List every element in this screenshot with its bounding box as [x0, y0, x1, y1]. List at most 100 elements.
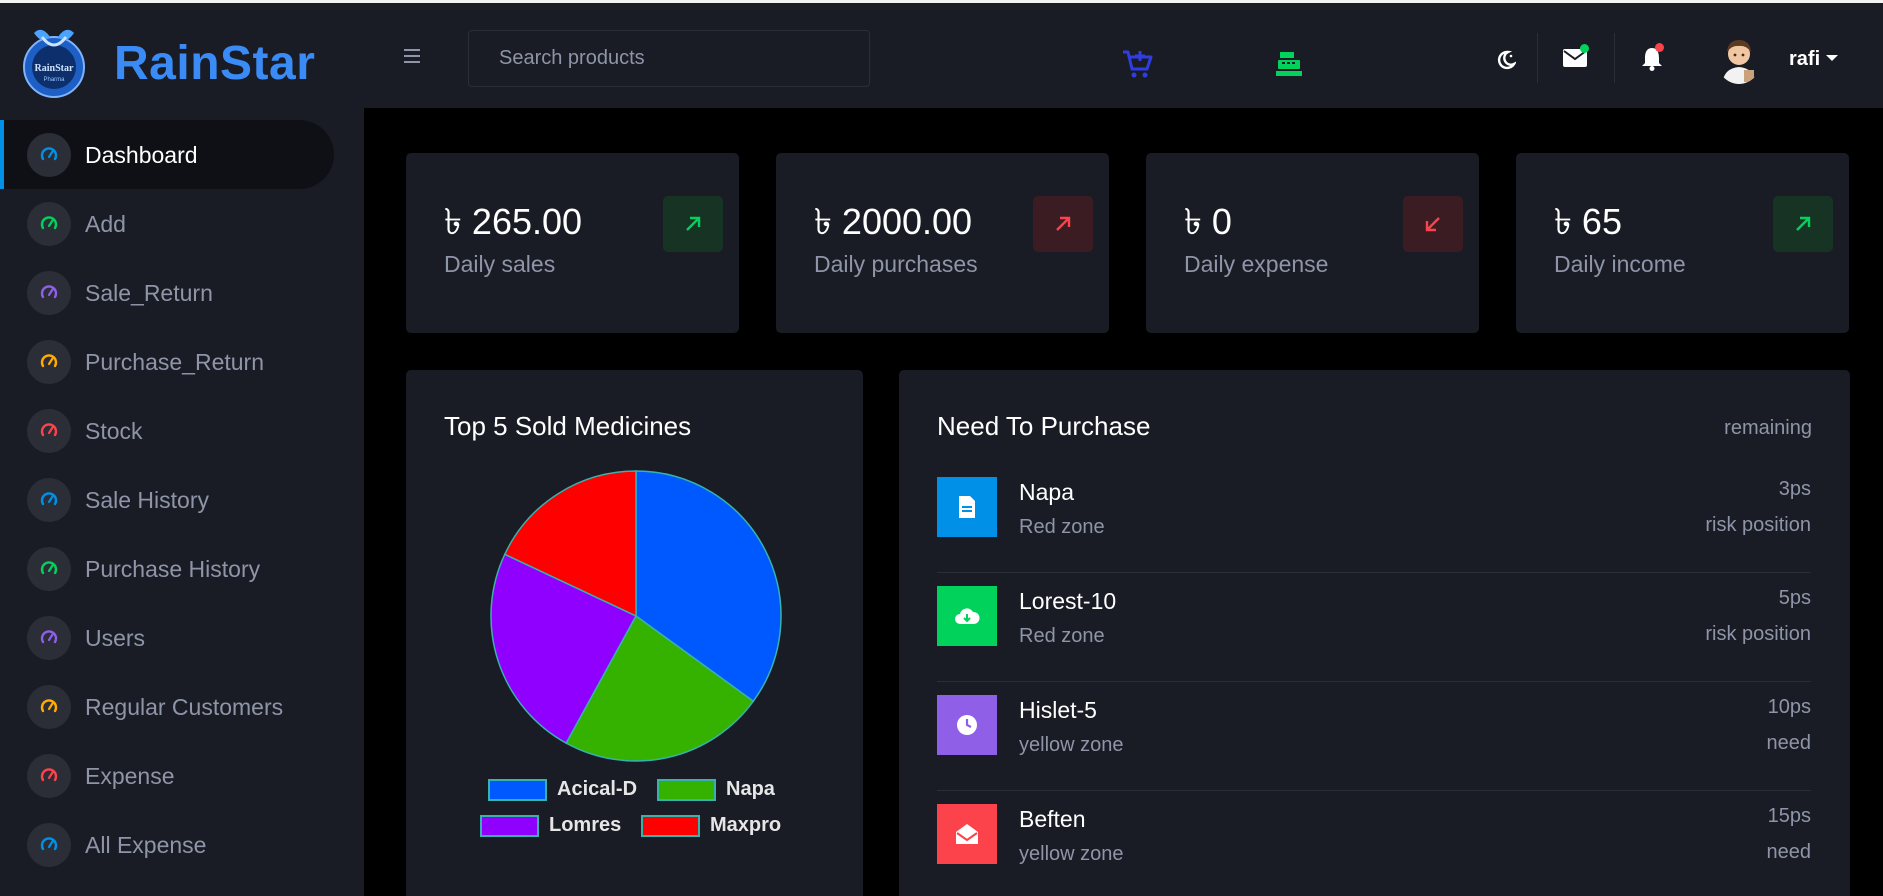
stat-card: ৳ 265.00 Daily sales	[406, 153, 739, 333]
speedometer-icon	[27, 547, 71, 591]
need-to-purchase-card: Need To Purchase remaining Napa Red zone 3…	[899, 370, 1850, 896]
legend-swatch	[657, 778, 716, 801]
mail-notification-dot	[1580, 44, 1589, 53]
clock-icon	[937, 695, 997, 755]
legend-label: Napa	[726, 778, 775, 800]
legend-item[interactable]: Lomres	[480, 814, 621, 837]
item-name: Lorest-10	[1019, 588, 1117, 614]
logo-subtext: Pharma	[43, 77, 65, 83]
item-quantity: 5ps	[1778, 587, 1811, 609]
item-name: Beften	[1019, 806, 1086, 832]
item-status: risk position	[1705, 623, 1811, 645]
speedometer-icon	[27, 823, 71, 867]
legend-label: Maxpro	[710, 814, 782, 836]
mail-open-icon	[937, 804, 997, 864]
sidebar-item-stock[interactable]: Stock	[0, 396, 334, 465]
item-quantity: 10ps	[1767, 696, 1811, 718]
arrow-up-right-icon	[663, 196, 723, 252]
sidebar-item-add[interactable]: Add	[0, 189, 334, 258]
speedometer-icon	[27, 340, 71, 384]
brand-logo[interactable]: RainStar Pharma	[12, 23, 96, 99]
header-divider	[1614, 33, 1615, 83]
stat-value: ৳ 65	[1554, 201, 1622, 242]
chevron-down-icon[interactable]	[1826, 55, 1838, 61]
sidebar-item-all-expense[interactable]: All Expense	[0, 810, 334, 879]
stat-label: Daily expense	[1184, 251, 1329, 277]
sidebar-item-label: Purchase History	[85, 556, 261, 582]
item-zone: yellow zone	[1019, 734, 1124, 756]
logo-text: RainStar	[35, 63, 74, 74]
cart-plus-icon[interactable]	[1122, 49, 1154, 84]
avatar[interactable]	[1716, 32, 1762, 84]
theme-toggle-icon[interactable]	[1496, 50, 1518, 75]
stat-label: Daily sales	[444, 251, 556, 277]
stat-card: ৳ 65 Daily income	[1516, 153, 1849, 333]
menu-toggle-button[interactable]	[404, 49, 426, 67]
stat-value: ৳ 2000.00	[814, 201, 973, 242]
legend-item[interactable]: Maxpro	[641, 814, 781, 837]
header-divider	[1537, 33, 1538, 83]
legend-label: Acical-D	[557, 778, 638, 800]
item-quantity: 15ps	[1767, 805, 1811, 827]
legend-label: Lomres	[549, 814, 622, 836]
arrow-up-right-icon	[1773, 196, 1833, 252]
sidebar-item-dashboard[interactable]: Dashboard	[0, 120, 334, 189]
legend-item[interactable]: Napa	[657, 778, 775, 801]
brand-name[interactable]: RainStar	[114, 36, 315, 91]
list-item[interactable]: Beften yellow zone 15ps need	[937, 792, 1811, 896]
stat-card: ৳ 0 Daily expense	[1146, 153, 1479, 333]
stat-value: ৳ 0	[1184, 201, 1232, 242]
item-zone: Red zone	[1019, 516, 1105, 538]
legend-swatch	[488, 778, 547, 801]
search-input[interactable]	[468, 30, 870, 87]
legend-swatch	[480, 814, 539, 837]
stat-value: ৳ 265.00	[444, 201, 583, 242]
speedometer-icon	[27, 478, 71, 522]
bell-notification-dot	[1655, 43, 1664, 52]
sidebar-item-label: All Expense	[85, 832, 207, 858]
sidebar-item-label: Add	[85, 211, 126, 237]
cloud-download-icon	[937, 586, 997, 646]
sidebar-item-expense[interactable]: Expense	[0, 741, 334, 810]
card-title: Top 5 Sold Medicines	[444, 411, 692, 441]
sidebar-item-users[interactable]: Users	[0, 603, 334, 672]
speedometer-icon	[27, 271, 71, 315]
sidebar-item-sale-return[interactable]: Sale_Return	[0, 258, 334, 327]
sidebar-item-regular-customers[interactable]: Regular Customers	[0, 672, 334, 741]
menu-icon	[404, 49, 420, 51]
user-name[interactable]: rafi	[1789, 48, 1820, 71]
speedometer-icon	[27, 754, 71, 798]
arrow-down-left-icon	[1403, 196, 1463, 252]
item-status: need	[1766, 732, 1812, 754]
sidebar-item-label: Sale_Return	[85, 280, 213, 306]
item-name: Hislet-5	[1019, 697, 1097, 723]
list-item[interactable]: Lorest-10 Red zone 5ps risk position	[937, 574, 1811, 682]
sidebar-item-label: Users	[85, 625, 146, 651]
cash-register-icon[interactable]	[1275, 51, 1303, 82]
document-icon	[937, 477, 997, 537]
sidebar-item-purchase-return[interactable]: Purchase_Return	[0, 327, 334, 396]
sidebar-item-label: Stock	[85, 418, 143, 444]
speedometer-icon	[27, 409, 71, 453]
app-frame: RainStar Pharma RainStar Search products…	[0, 0, 1883, 896]
stat-label: Daily income	[1554, 251, 1686, 277]
speedometer-icon	[27, 202, 71, 246]
sidebar-item-purchase-history[interactable]: Purchase History	[0, 534, 334, 603]
sidebar-item-label: Purchase_Return	[85, 349, 264, 375]
item-name: Napa	[1019, 479, 1074, 505]
list-item[interactable]: Napa Red zone 3ps risk position	[937, 465, 1811, 573]
top-sold-card: Top 5 Sold Medicines Acical-D Napa Lomres M…	[406, 370, 863, 896]
speedometer-icon	[27, 133, 71, 177]
stat-label: Daily purchases	[814, 251, 978, 277]
legend-swatch	[641, 814, 700, 837]
speedometer-icon	[27, 685, 71, 729]
legend-item[interactable]: Acical-D	[488, 778, 637, 801]
stat-card: ৳ 2000.00 Daily purchases	[776, 153, 1109, 333]
sidebar-item-sale-history[interactable]: Sale History	[0, 465, 334, 534]
remaining-label: remaining	[1724, 417, 1812, 439]
speedometer-icon	[27, 616, 71, 660]
item-status: risk position	[1705, 514, 1811, 536]
item-quantity: 3ps	[1778, 478, 1811, 500]
sidebar-item-label: Dashboard	[85, 142, 198, 168]
list-item[interactable]: Hislet-5 yellow zone 10ps need	[937, 683, 1811, 791]
